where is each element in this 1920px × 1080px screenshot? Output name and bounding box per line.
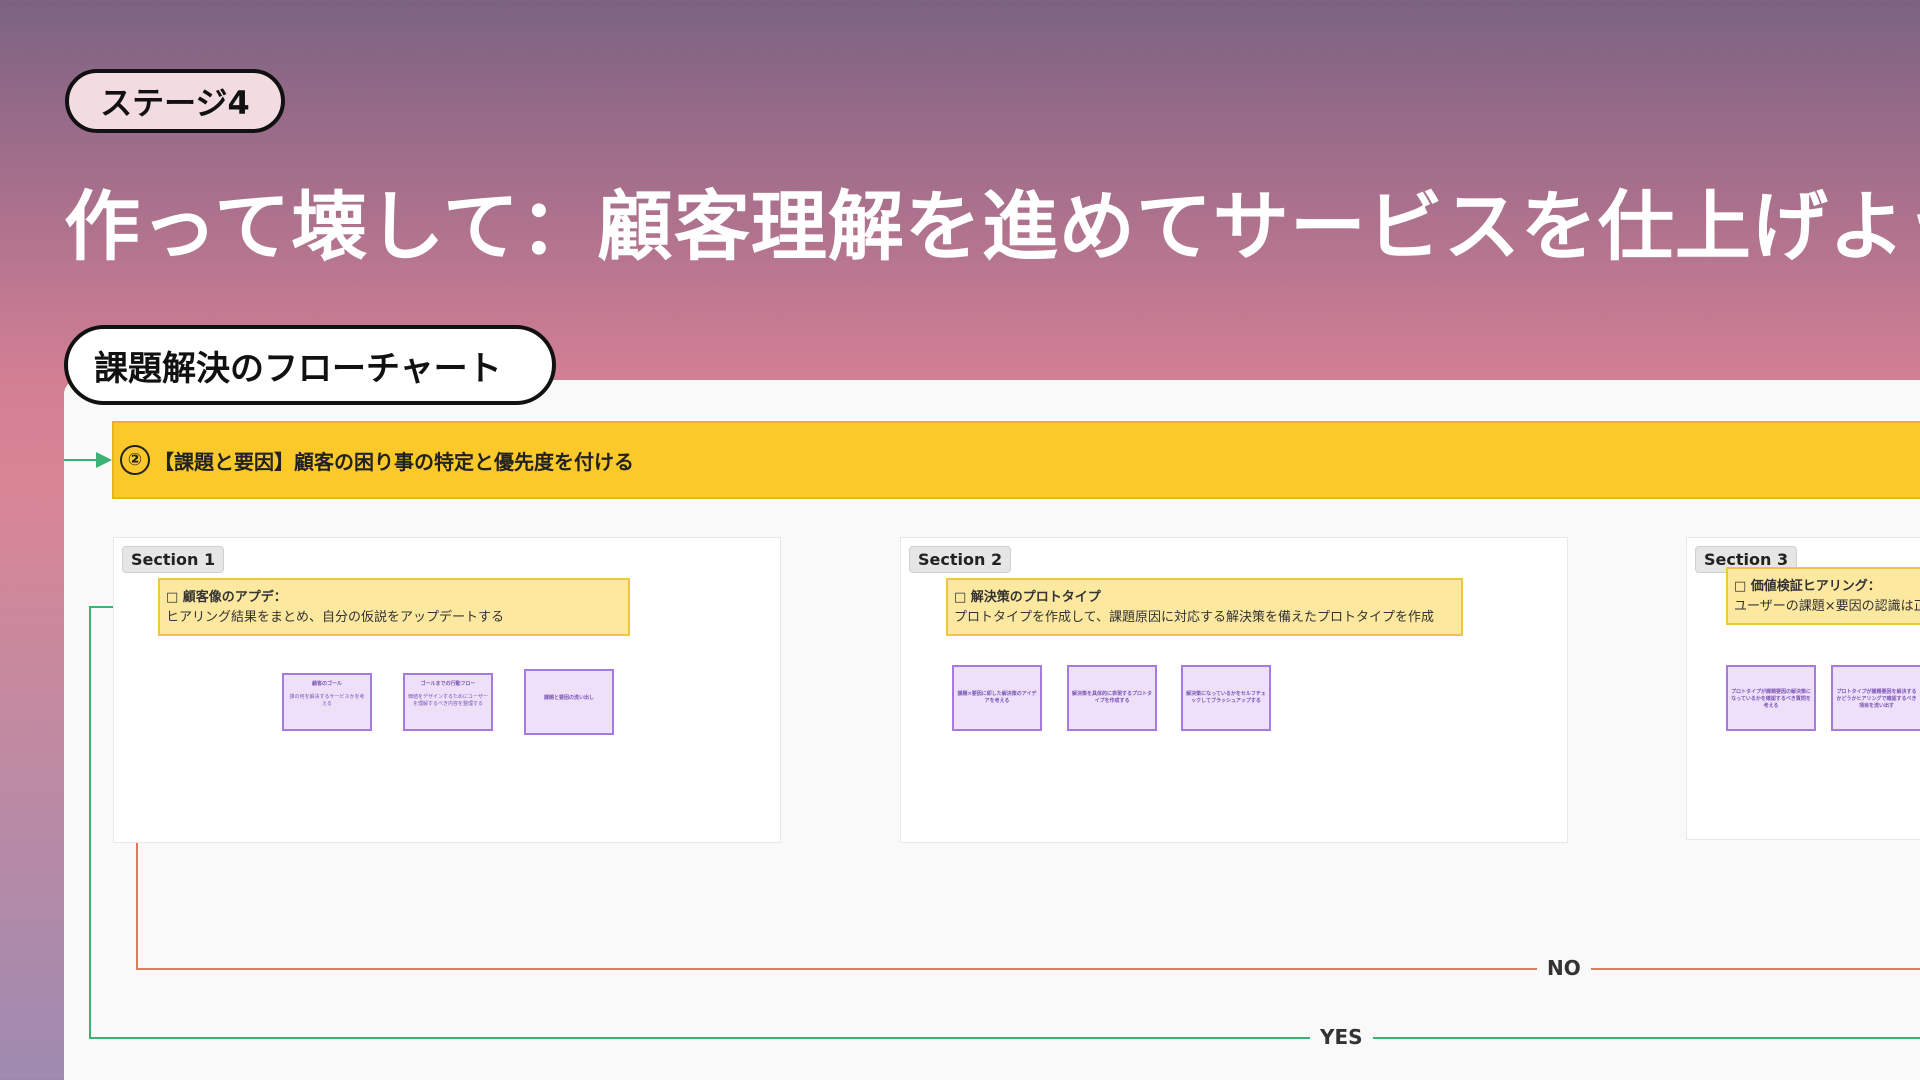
box-title: プロトタイプが課題要因を解決するかどうかヒアリングで確認するべき項目を洗い出す: [1836, 689, 1917, 709]
step-banner-text: 【課題と要因】顧客の困り事の特定と優先度を付ける: [154, 449, 634, 474]
box-title: 課題と要因の洗い出し: [543, 695, 594, 701]
section-2-task-card[interactable]: □ 解決策のプロトタイプ プロトタイプを作成して、課題原因に対応する解決策を備え…: [946, 578, 1463, 636]
section-2-task-desc: プロトタイプを作成して、課題原因に対応する解決策を備えたプロトタイプを作成: [954, 610, 1434, 625]
step-banner[interactable]: ② 【課題と要因】顧客の困り事の特定と優先度を付ける: [112, 421, 1920, 499]
section-2-box-3[interactable]: 解決策になっているかをセルフチェックしてブラッシュアップする: [1181, 665, 1271, 731]
box-title: 解決策を具体的に表現するプロトタイプを作成する: [1072, 691, 1153, 704]
flowchart-title: 課題解決のフローチャート: [64, 325, 556, 405]
box-title: プロトタイプが課題要因の解決策になっているかを確認するべき質問を考える: [1731, 689, 1812, 709]
section-1-task-desc: ヒアリング結果をまとめ、自分の仮説をアップデートする: [166, 610, 505, 625]
page-title: 作って壊して：顧客理解を進めてサービスを仕上げよう: [64, 182, 1920, 271]
section-1-label: Section 1: [122, 546, 225, 573]
no-label: NO: [1537, 956, 1591, 980]
box-body: 誰の何を解決するサービスかを考える: [289, 694, 365, 707]
section-3-task-title: □ 価値検証ヒアリング：: [1734, 579, 1881, 594]
section-2-task-title: □ 解決策のプロトタイプ: [954, 590, 1101, 605]
box-title: 課題×要因に即した解決策のアイデアを考える: [957, 691, 1037, 704]
section-3-box-2[interactable]: プロトタイプが課題要因を解決するかどうかヒアリングで確認するべき項目を洗い出す: [1831, 665, 1920, 731]
box-title: 解決策になっているかをセルフチェックしてブラッシュアップする: [1186, 691, 1266, 704]
section-2-box-1[interactable]: 課題×要因に即した解決策のアイデアを考える: [952, 665, 1042, 731]
section-1-box-3[interactable]: 課題と要因の洗い出し: [524, 669, 614, 735]
stage-badge: ステージ4: [65, 69, 285, 133]
yes-label: YES: [1310, 1025, 1373, 1049]
section-2-label: Section 2: [909, 546, 1012, 573]
section-1-box-2[interactable]: ゴールまでの行動フロー 価値をデザインするためにユーザーを理解するべき内容を整理…: [403, 673, 493, 731]
section-1-task-title: □ 顧客像のアプデ：: [166, 590, 287, 605]
box-title: 顧客のゴール: [311, 681, 342, 687]
section-3-task-card[interactable]: □ 価値検証ヒアリング： ユーザーの課題×要因の認識は正: [1726, 567, 1920, 625]
box-body: 価値をデザインするためにユーザーを理解するべき内容を整理する: [408, 694, 488, 707]
section-2-box-2[interactable]: 解決策を具体的に表現するプロトタイプを作成する: [1067, 665, 1157, 731]
section-1-box-1[interactable]: 顧客のゴール 誰の何を解決するサービスかを考える: [282, 673, 372, 731]
section-1-task-card[interactable]: □ 顧客像のアプデ： ヒアリング結果をまとめ、自分の仮説をアップデートする: [158, 578, 630, 636]
section-3-box-1[interactable]: プロトタイプが課題要因の解決策になっているかを確認するべき質問を考える: [1726, 665, 1816, 731]
box-title: ゴールまでの行動フロー: [420, 681, 476, 687]
section-3-task-desc: ユーザーの課題×要因の認識は正: [1734, 599, 1920, 614]
step-number-badge: ②: [120, 445, 150, 475]
